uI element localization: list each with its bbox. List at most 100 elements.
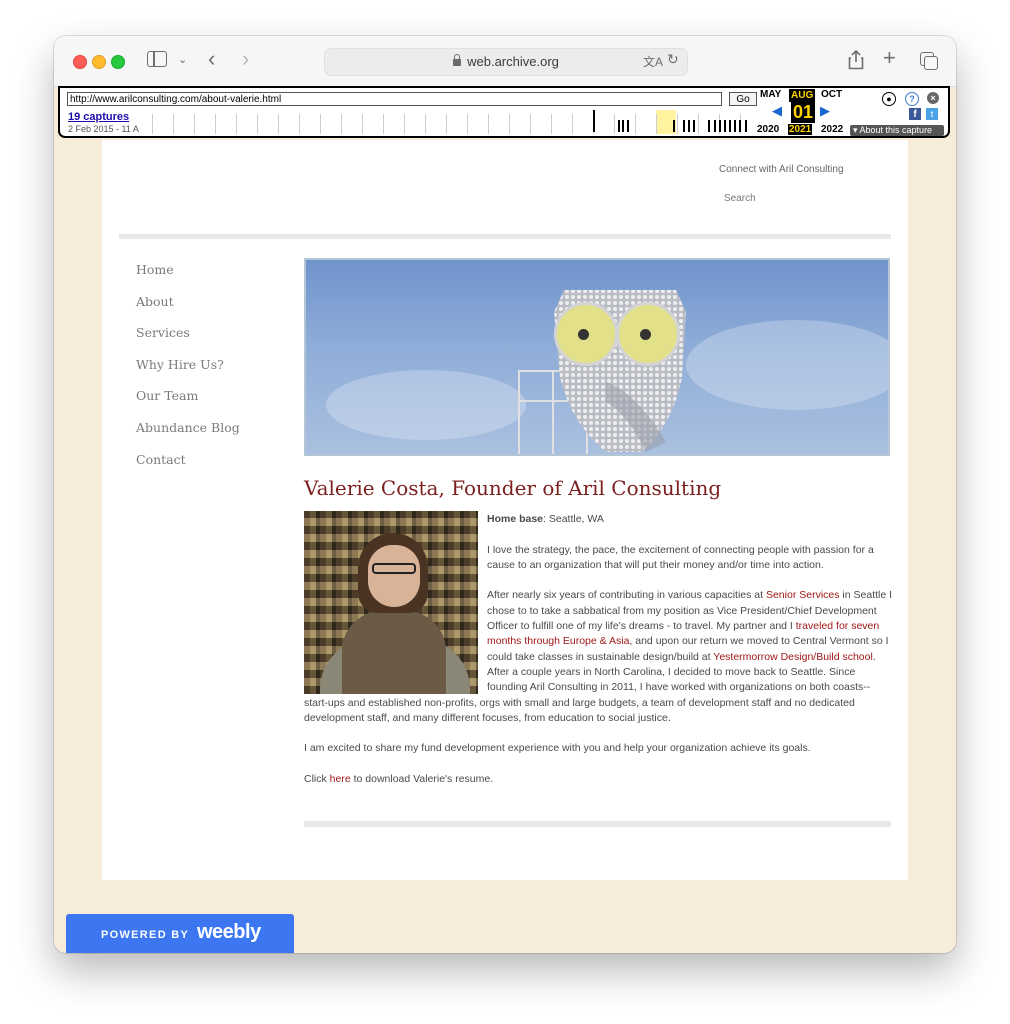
owl-right-eye — [616, 302, 680, 366]
timeline-tick — [299, 114, 300, 134]
timeline-tick — [236, 114, 237, 134]
address-bar-text: web.archive.org — [467, 54, 559, 69]
timeline-tick — [257, 114, 258, 134]
zoom-window-button[interactable] — [111, 55, 125, 69]
captures-link[interactable]: 19 captures — [68, 111, 129, 123]
timeline-capture-mark — [745, 120, 747, 132]
home-base-label: Home base — [487, 513, 544, 525]
senior-services-link[interactable]: Senior Services — [766, 589, 840, 601]
timeline-capture-mark — [593, 110, 595, 132]
connect-link[interactable]: Connect with Aril Consulting — [719, 164, 844, 175]
timeline-capture-mark — [729, 120, 731, 132]
nav-item-contact[interactable]: Contact — [136, 452, 240, 484]
close-window-button[interactable] — [73, 55, 87, 69]
minimize-window-button[interactable] — [92, 55, 106, 69]
user-icon[interactable]: ● — [882, 92, 896, 106]
address-bar[interactable]: web.archive.org 文A ↻ — [324, 48, 688, 76]
top-divider — [119, 234, 891, 239]
timeline-tick — [530, 114, 531, 134]
new-tab-icon[interactable]: + — [883, 47, 896, 69]
nav-item-why-hire-us[interactable]: Why Hire Us? — [136, 357, 240, 389]
next-capture-arrow-icon[interactable]: ▶ — [820, 103, 830, 119]
timeline-tick — [173, 114, 174, 134]
timeline-tick — [551, 114, 552, 134]
resume-link[interactable]: here — [330, 773, 351, 785]
help-icon[interactable]: ? — [905, 92, 919, 106]
bio-p2-text-a: After nearly six years of contributing i… — [487, 589, 766, 602]
nav-item-abundance-blog[interactable]: Abundance Blog — [136, 420, 240, 452]
next-month-link[interactable]: OCT — [821, 89, 842, 100]
home-base-value: : Seattle, WA — [543, 513, 604, 525]
back-button[interactable]: ‹ — [208, 48, 215, 70]
bottom-divider — [304, 821, 891, 827]
nav-item-about[interactable]: About — [136, 294, 240, 326]
twitter-icon[interactable]: t — [926, 108, 938, 120]
timeline-tick — [320, 114, 321, 134]
page-title: Valerie Costa, Founder of Aril Consultin… — [304, 476, 722, 500]
timeline-capture-mark — [739, 120, 741, 132]
timeline-tick — [467, 114, 468, 134]
timeline-tick — [404, 114, 405, 134]
translate-icon[interactable]: 文A — [643, 53, 663, 70]
timeline-capture-mark — [627, 120, 629, 132]
tab-overview-icon[interactable] — [920, 52, 938, 70]
wayback-url-input[interactable]: http://www.arilconsulting.com/about-vale… — [67, 92, 722, 106]
timeline-tick — [677, 114, 678, 134]
nav-item-home[interactable]: Home — [136, 262, 240, 294]
timeline-capture-mark — [688, 120, 690, 132]
timeline-tick — [425, 114, 426, 134]
site-nav: Home About Services Why Hire Us? Our Tea… — [136, 262, 240, 483]
capture-date-range: 2 Feb 2015 - 11 A — [68, 124, 139, 134]
timeline-capture-mark — [724, 120, 726, 132]
search-link[interactable]: Search — [724, 193, 756, 204]
timeline-tick — [194, 114, 195, 134]
about-capture-button[interactable]: ▾ About this capture — [850, 125, 944, 136]
header-banner-image — [304, 258, 890, 456]
timeline-tick — [635, 114, 636, 134]
timeline-tick — [341, 114, 342, 134]
timeline-tick — [215, 114, 216, 134]
timeline-tick — [572, 114, 573, 134]
page-content: Connect with Aril Consulting Search Home… — [102, 140, 908, 880]
bio-paragraph-3: I am excited to share my fund developmen… — [304, 742, 811, 755]
weebly-badge[interactable]: POWERED BY weebly — [66, 914, 294, 953]
chevron-down-icon[interactable]: ⌄ — [178, 50, 187, 70]
share-icon[interactable] — [848, 49, 864, 75]
timeline-tick — [614, 114, 615, 134]
timeline-tick — [509, 114, 510, 134]
sidebar-toggle-icon[interactable] — [147, 51, 167, 67]
prev-year-link[interactable]: 2020 — [757, 124, 779, 135]
timeline-capture-mark — [708, 120, 710, 132]
timeline-tick — [656, 114, 657, 134]
timeline-tick — [446, 114, 447, 134]
browser-window: ⌄ ‹ › web.archive.org 文A ↻ + http://www.… — [54, 36, 956, 953]
current-day: 01 — [791, 101, 815, 123]
owl-sign — [546, 282, 694, 452]
next-year-link[interactable]: 2022 — [821, 124, 843, 135]
forward-button[interactable]: › — [242, 48, 249, 70]
current-year: 2021 — [788, 124, 813, 135]
bio-p4-text-b: to download Valerie's resume. — [350, 773, 494, 786]
bio-text: Home base: Seattle, WA I love the strate… — [304, 512, 894, 803]
timeline-capture-mark — [719, 120, 721, 132]
yestermorrow-link[interactable]: Yestermorrow Design/Build school — [713, 651, 873, 663]
timeline-capture-mark — [618, 120, 620, 132]
timeline-tick — [362, 114, 363, 134]
wayback-toolbar: http://www.arilconsulting.com/about-vale… — [58, 86, 950, 138]
timeline-tick — [383, 114, 384, 134]
prev-capture-arrow-icon[interactable]: ◀ — [772, 103, 782, 119]
timeline-capture-mark — [734, 120, 736, 132]
reload-icon[interactable]: ↻ — [667, 51, 679, 68]
owl-left-eye — [554, 302, 618, 366]
timeline-capture-mark — [622, 120, 624, 132]
timeline-capture-mark — [683, 120, 685, 132]
close-icon[interactable]: × — [927, 92, 939, 104]
timeline-capture-mark — [673, 120, 675, 132]
capture-timeline[interactable] — [152, 110, 756, 134]
wayback-go-button[interactable]: Go — [729, 92, 757, 106]
nav-item-our-team[interactable]: Our Team — [136, 388, 240, 420]
weebly-logo: weebly — [197, 921, 261, 943]
prev-month-link[interactable]: MAY — [760, 89, 781, 100]
nav-item-services[interactable]: Services — [136, 325, 240, 357]
facebook-icon[interactable]: f — [909, 108, 921, 120]
